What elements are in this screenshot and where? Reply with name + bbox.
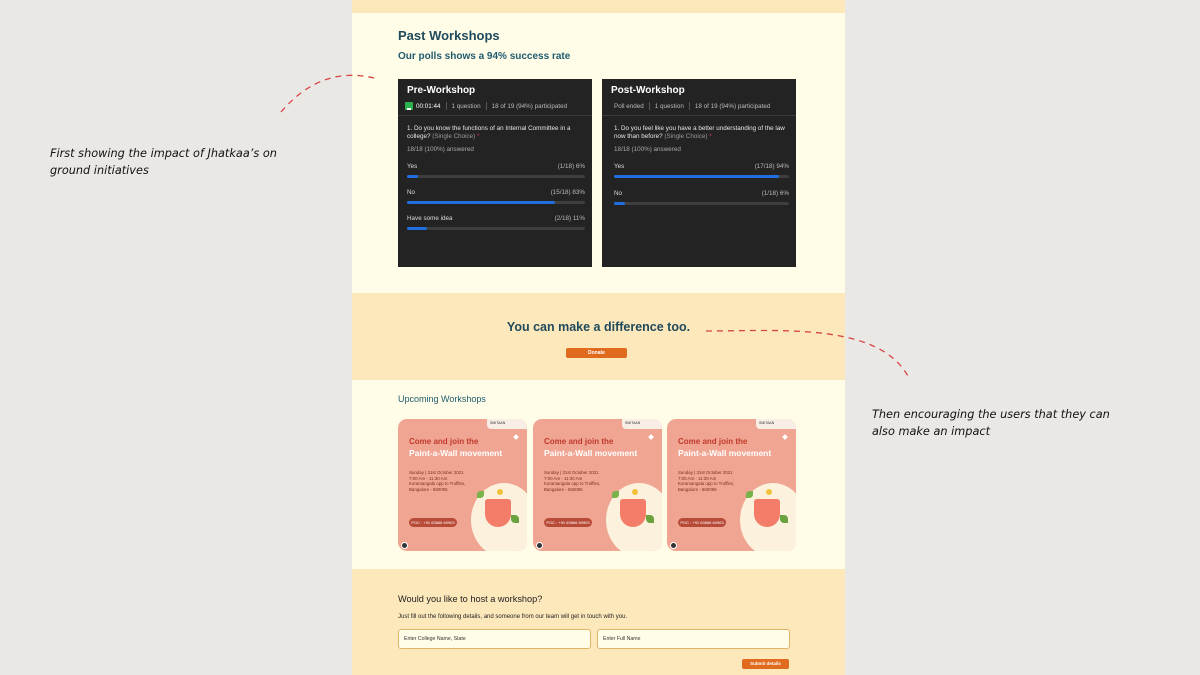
poll-question: 1. Do you feel like you have a better un…: [614, 125, 785, 140]
poll-meta: 00:01:44 1 question 18 of 19 (94%) parti…: [405, 102, 567, 110]
leaf-icon: [511, 515, 519, 523]
card-brand: SMITAAN: [622, 419, 662, 429]
leaf-icon: [477, 491, 484, 498]
pre-workshop-poll-card: Pre-Workshop 00:01:44 1 question 18 of 1…: [398, 79, 592, 267]
poll-answered: 18/18 (100%) answered: [407, 146, 474, 153]
sparkle-icon: [782, 434, 788, 440]
poll-participation: 18 of 19 (94%) participated: [491, 102, 568, 110]
menstrual-cup-icon: [754, 499, 780, 527]
card-brand: SMITAAN: [756, 419, 796, 429]
menstrual-cup-icon: [620, 499, 646, 527]
card-poc: POC : +91 63666 60903: [544, 518, 592, 527]
poll-meta: Poll ended 1 question 18 of 19 (94%) par…: [614, 102, 770, 110]
poll-title: Post-Workshop: [611, 85, 685, 96]
card-line2: Paint-a-Wall movement: [544, 448, 638, 458]
instagram-icon[interactable]: [670, 542, 677, 549]
card-line2: Paint-a-Wall movement: [409, 448, 503, 458]
poll-option-bar: [614, 175, 779, 178]
donate-button[interactable]: Donate: [566, 348, 627, 358]
past-workshops-heading: Past Workshops: [398, 28, 500, 43]
post-workshop-poll-card: Post-Workshop Poll ended 1 question 18 o…: [602, 79, 796, 267]
card-poc: POC : +91 63666 60903: [409, 518, 457, 527]
poll-option: Yes (17/18) 94%: [614, 163, 789, 178]
leaf-icon: [780, 515, 788, 523]
flower-icon: [766, 489, 772, 495]
poll-divider: [602, 115, 796, 116]
leaf-icon: [646, 515, 654, 523]
poll-answered: 18/18 (100%) answered: [614, 146, 681, 153]
right-annotation: Then encouraging the users that they can…: [872, 408, 1110, 438]
cta-heading: You can make a difference too.: [506, 320, 691, 334]
poll-option-bar: [614, 202, 625, 205]
poll-option: No (1/18) 6%: [614, 190, 789, 205]
poll-timer: 00:01:44: [416, 102, 441, 110]
card-line1: Come and join the: [544, 437, 614, 446]
success-rate-subheading: Our polls shows a 94% success rate: [398, 51, 571, 62]
instagram-icon[interactable]: [401, 542, 408, 549]
card-details: Sunday | 31st October 2021 7:00 Am - 11:…: [544, 470, 601, 492]
poll-divider: [398, 115, 592, 116]
college-name-input[interactable]: [398, 629, 591, 649]
card-line2: Paint-a-Wall movement: [678, 448, 772, 458]
upcoming-workshops-heading: Upcoming Workshops: [398, 394, 486, 404]
flower-icon: [632, 489, 638, 495]
instagram-icon[interactable]: [536, 542, 543, 549]
poll-chart-icon: [405, 102, 413, 110]
poll-option: No (15/18) 83%: [407, 189, 585, 204]
card-brand: SMITAAN: [487, 419, 527, 429]
menstrual-cup-icon: [485, 499, 511, 527]
sparkle-icon: [513, 434, 519, 440]
cta-band: [352, 293, 845, 380]
sparkle-icon: [648, 434, 654, 440]
poll-option: Yes (1/18) 6%: [407, 163, 585, 178]
landing-page: Past Workshops Our polls shows a 94% suc…: [352, 0, 845, 675]
card-details: Sunday | 31st October 2021 7:00 Am - 11:…: [409, 470, 466, 492]
poll-option: Have some idea (2/18) 11%: [407, 215, 585, 230]
card-details: Sunday | 31st October 2021 7:00 Am - 11:…: [678, 470, 735, 492]
workshop-card[interactable]: SMITAAN Come and join the Paint-a-Wall m…: [398, 419, 527, 551]
poll-option-bar: [407, 201, 555, 204]
card-line1: Come and join the: [409, 437, 479, 446]
poll-question: 1. Do you know the functions of an Inter…: [407, 125, 571, 140]
card-line1: Come and join the: [678, 437, 748, 446]
left-annotation: First showing the impact of Jhatkaa’s on…: [50, 147, 277, 177]
card-poc: POC : +91 63666 60903: [678, 518, 726, 527]
leaf-icon: [746, 491, 753, 498]
top-band: [352, 0, 845, 13]
flower-icon: [497, 489, 503, 495]
host-subheading: Just fill out the following details, and…: [398, 614, 628, 620]
host-heading: Would you like to host a workshop?: [398, 594, 543, 604]
poll-question-count: 1 question: [654, 102, 684, 110]
poll-option-bar: [407, 175, 418, 178]
workshop-card[interactable]: SMITAAN Come and join the Paint-a-Wall m…: [667, 419, 796, 551]
poll-question-count: 1 question: [451, 102, 481, 110]
leaf-icon: [612, 491, 619, 498]
poll-title: Pre-Workshop: [407, 85, 476, 96]
poll-participation: 18 of 19 (94%) participated: [694, 102, 771, 110]
poll-status: Poll ended: [614, 102, 644, 110]
submit-details-button[interactable]: Submit details: [742, 659, 789, 669]
poll-option-bar: [407, 227, 427, 230]
full-name-input[interactable]: [597, 629, 790, 649]
workshop-card[interactable]: SMITAAN Come and join the Paint-a-Wall m…: [533, 419, 662, 551]
